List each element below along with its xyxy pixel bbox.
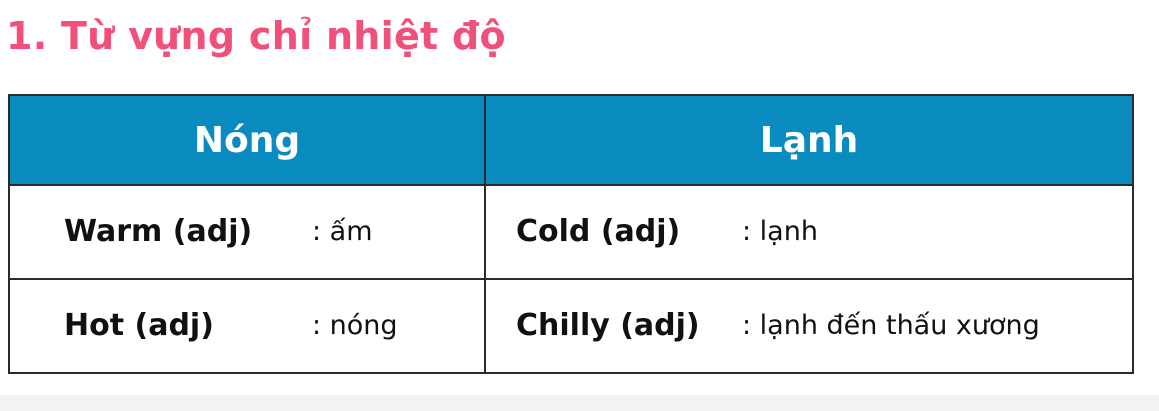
meaning-hot: : nóng: [312, 310, 398, 341]
table-row: Hot (adj) : nóng Chilly (adj) : lạnh đến…: [8, 278, 1134, 374]
cell-cold-word: Cold (adj) : lạnh: [484, 184, 1134, 280]
term-chilly: Chilly (adj): [516, 308, 700, 343]
vocabulary-table: Nóng Lạnh Warm (adj) : ấm Cold (adj) : l…: [8, 94, 1134, 374]
cell-hot-word: Hot (adj) : nóng: [8, 278, 486, 374]
cell-cold-word: Chilly (adj) : lạnh đến thấu xương: [484, 278, 1134, 374]
header-hot: Nóng: [8, 94, 486, 186]
meaning-cold: : lạnh: [742, 216, 818, 247]
term-cold: Cold (adj): [516, 214, 681, 249]
term-warm: Warm (adj): [64, 214, 253, 249]
bottom-band: [0, 395, 1159, 411]
meaning-warm: : ấm: [312, 216, 373, 247]
table-row: Warm (adj) : ấm Cold (adj) : lạnh: [8, 184, 1134, 280]
term-hot: Hot (adj): [64, 308, 214, 343]
table-header-row: Nóng Lạnh: [8, 94, 1134, 186]
header-cold: Lạnh: [484, 94, 1134, 186]
meaning-chilly: : lạnh đến thấu xương: [742, 310, 1040, 341]
section-heading: 1. Từ vựng chỉ nhiệt độ: [6, 14, 506, 58]
cell-hot-word: Warm (adj) : ấm: [8, 184, 486, 280]
